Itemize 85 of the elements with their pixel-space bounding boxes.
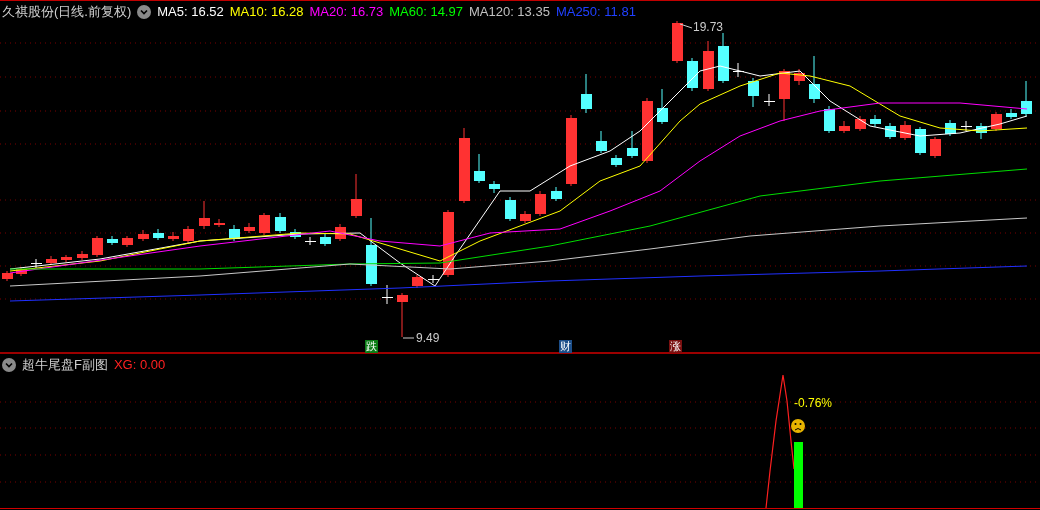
candlestick — [290, 228, 301, 240]
candlestick — [153, 228, 164, 241]
percent-label: -0.76% — [794, 396, 833, 410]
candlestick — [794, 68, 805, 86]
candlestick — [214, 218, 225, 228]
candlestick — [259, 212, 270, 236]
candlestick — [581, 73, 592, 114]
candlestick — [657, 88, 668, 125]
candlestick — [551, 186, 562, 202]
candlestick — [976, 122, 987, 140]
candlestick — [596, 130, 607, 154]
candlestick — [991, 111, 1002, 132]
candlestick — [1006, 108, 1017, 120]
indicator-value: MA10: 16.28 — [229, 4, 304, 20]
candlestick — [412, 274, 423, 289]
candlestick — [366, 217, 377, 287]
indicator-value: MA120: 13.35 — [468, 4, 550, 20]
indicator-title: 超牛尾盘F副图 — [22, 357, 108, 373]
candlestick — [382, 284, 393, 305]
signal-marker: 涨 — [669, 340, 682, 353]
candlestick — [244, 222, 255, 234]
candlestick — [46, 255, 57, 265]
candlestick — [1021, 80, 1032, 117]
dropdown-icon[interactable] — [137, 5, 152, 19]
candlestick — [122, 235, 133, 248]
signal-marker: 财 — [559, 340, 572, 353]
leader-line — [402, 337, 415, 339]
candlestick — [627, 130, 638, 159]
candlestick — [839, 120, 850, 134]
candlestick — [168, 231, 179, 242]
candlestick — [474, 153, 485, 184]
candlestick — [61, 254, 72, 263]
indicator-value: MA250: 11.81 — [555, 4, 636, 20]
candlestick — [443, 209, 454, 278]
signal-marker: 跌 — [365, 340, 378, 353]
candlestick — [138, 229, 149, 242]
candlestick — [930, 136, 941, 159]
candlestick — [885, 122, 896, 140]
sad-face-icon — [791, 419, 805, 433]
price-label: 19.73 — [693, 20, 724, 34]
indicator-value: MA5: 16.52 — [157, 4, 224, 20]
candlestick — [428, 274, 439, 284]
candlestick — [900, 120, 911, 141]
candlestick — [642, 97, 653, 164]
candlestick — [961, 120, 972, 132]
candlestick — [107, 235, 118, 246]
candlestick — [703, 40, 714, 92]
candlestick — [855, 115, 866, 132]
candlestick — [779, 68, 790, 122]
candlestick — [489, 180, 500, 194]
candlestick — [611, 154, 622, 168]
candlestick — [275, 212, 286, 234]
candlestick — [335, 223, 346, 242]
candlestick — [183, 225, 194, 244]
dropdown-icon[interactable] — [2, 358, 16, 372]
leader-line — [679, 23, 693, 29]
candlestick — [718, 32, 729, 84]
candlestick — [505, 196, 516, 222]
candlestick — [229, 224, 240, 242]
candlestick — [687, 57, 698, 92]
candlestick — [764, 93, 775, 107]
candlestick — [320, 232, 331, 247]
candlestick — [31, 258, 42, 269]
candlestick — [199, 200, 210, 230]
indicator-value: XG: 0.00 — [113, 357, 166, 373]
candlestick — [824, 105, 835, 134]
candlestick — [397, 292, 408, 338]
candlestick — [77, 250, 88, 261]
signal-bar — [794, 442, 803, 508]
candlestick — [748, 77, 759, 108]
candlestick — [535, 190, 546, 217]
indicator-value: MA20: 16.73 — [309, 4, 384, 20]
candlestick — [92, 235, 103, 258]
candlestick — [672, 20, 683, 64]
price-label: 9.49 — [416, 331, 440, 345]
candlestick — [520, 210, 531, 224]
candlestick — [870, 114, 881, 128]
candlestick — [351, 173, 362, 219]
candlestick — [2, 270, 13, 282]
stock-title: 久祺股份(日线.前复权) — [2, 4, 132, 20]
indicator-value: MA60: 14.97 — [389, 4, 463, 20]
candlestick — [945, 119, 956, 137]
candlestick — [809, 55, 820, 104]
candlestick — [915, 126, 926, 156]
candlestick — [305, 236, 316, 246]
